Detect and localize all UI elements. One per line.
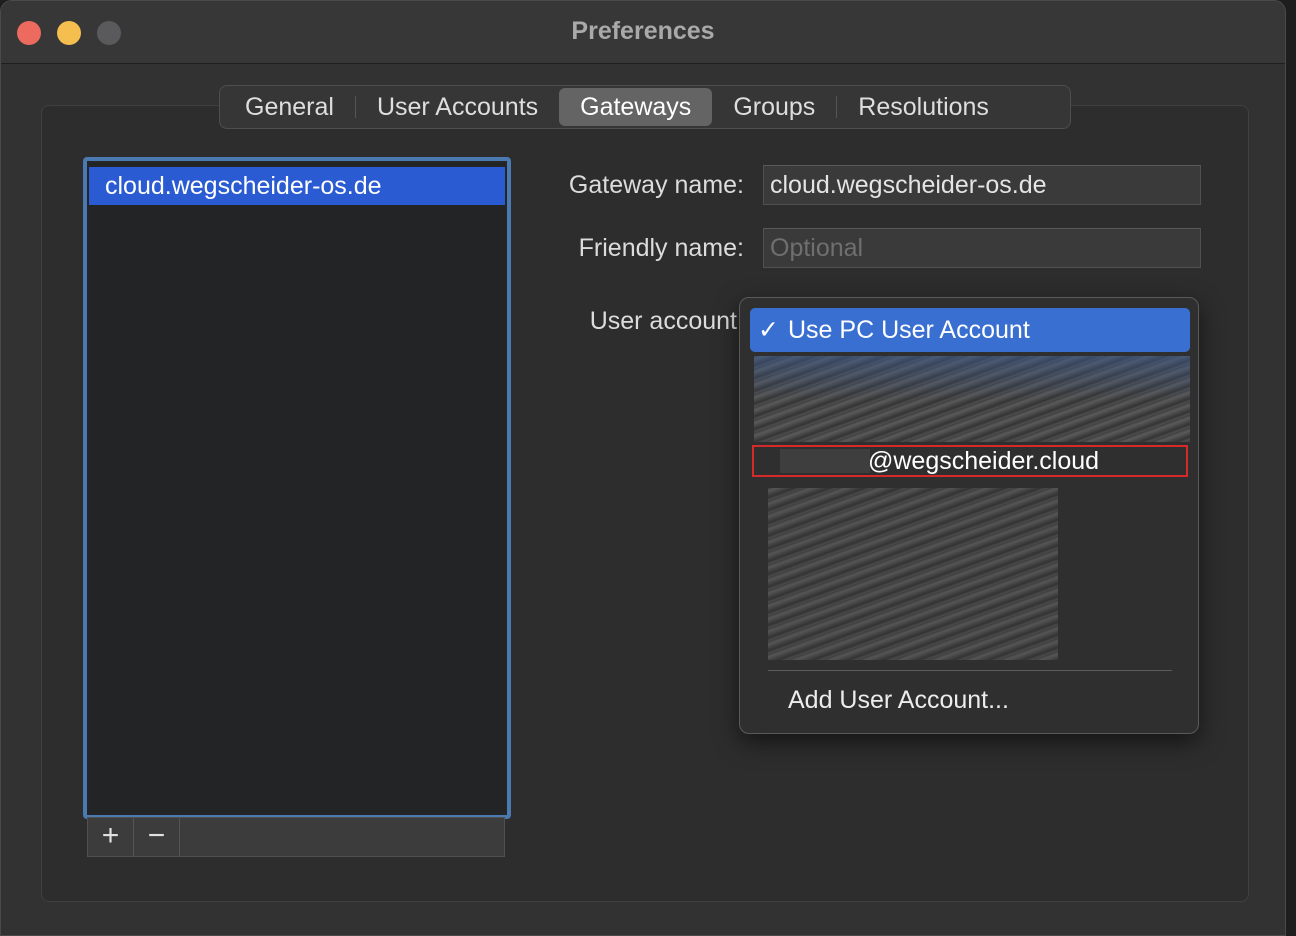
menu-separator [768,670,1172,671]
gateway-list-controls: + − [87,817,505,857]
user-account-popup-menu: ✓ Use PC User Account @wegscheider.cloud… [739,297,1199,734]
tab-general[interactable]: General [224,88,355,126]
redacted-username [780,449,870,473]
gateway-list[interactable]: cloud.wegscheider-os.de [83,157,511,819]
menu-item-label: @wegscheider.cloud [868,447,1100,475]
tab-gateways[interactable]: Gateways [559,88,713,126]
friendly-name-field[interactable]: Optional [763,228,1201,268]
redacted-account-block [754,356,1190,442]
menu-item-add-user-account[interactable]: Add User Account... [788,686,1009,715]
window-title: Preferences [571,17,715,45]
menu-item-label: Use PC User Account [788,316,1030,344]
tab-bar: General User Accounts Gateways Groups Re… [219,85,1071,129]
title-bar: Preferences [1,1,1285,64]
user-account-label: User account [589,307,737,335]
menu-item-user-account-email[interactable]: @wegscheider.cloud [752,445,1188,477]
gateway-name-label: Gateway name: [568,171,744,199]
gateway-list-item[interactable]: cloud.wegscheider-os.de [89,167,505,205]
gateway-name-field[interactable]: cloud.wegscheider-os.de [763,165,1201,205]
checkmark-icon: ✓ [758,316,779,344]
redacted-account-block [768,488,1058,660]
add-gateway-button[interactable]: + [88,818,134,856]
tab-resolutions[interactable]: Resolutions [837,88,1010,126]
menu-item-use-pc-user-account[interactable]: ✓ Use PC User Account [750,308,1190,352]
friendly-name-label: Friendly name: [578,234,744,262]
remove-gateway-button[interactable]: − [134,818,180,856]
preferences-window: Preferences General User Accounts Gatewa… [0,0,1286,936]
tab-user-accounts[interactable]: User Accounts [356,88,559,126]
tab-groups[interactable]: Groups [712,88,836,126]
gateway-list-body: cloud.wegscheider-os.de [89,163,505,813]
